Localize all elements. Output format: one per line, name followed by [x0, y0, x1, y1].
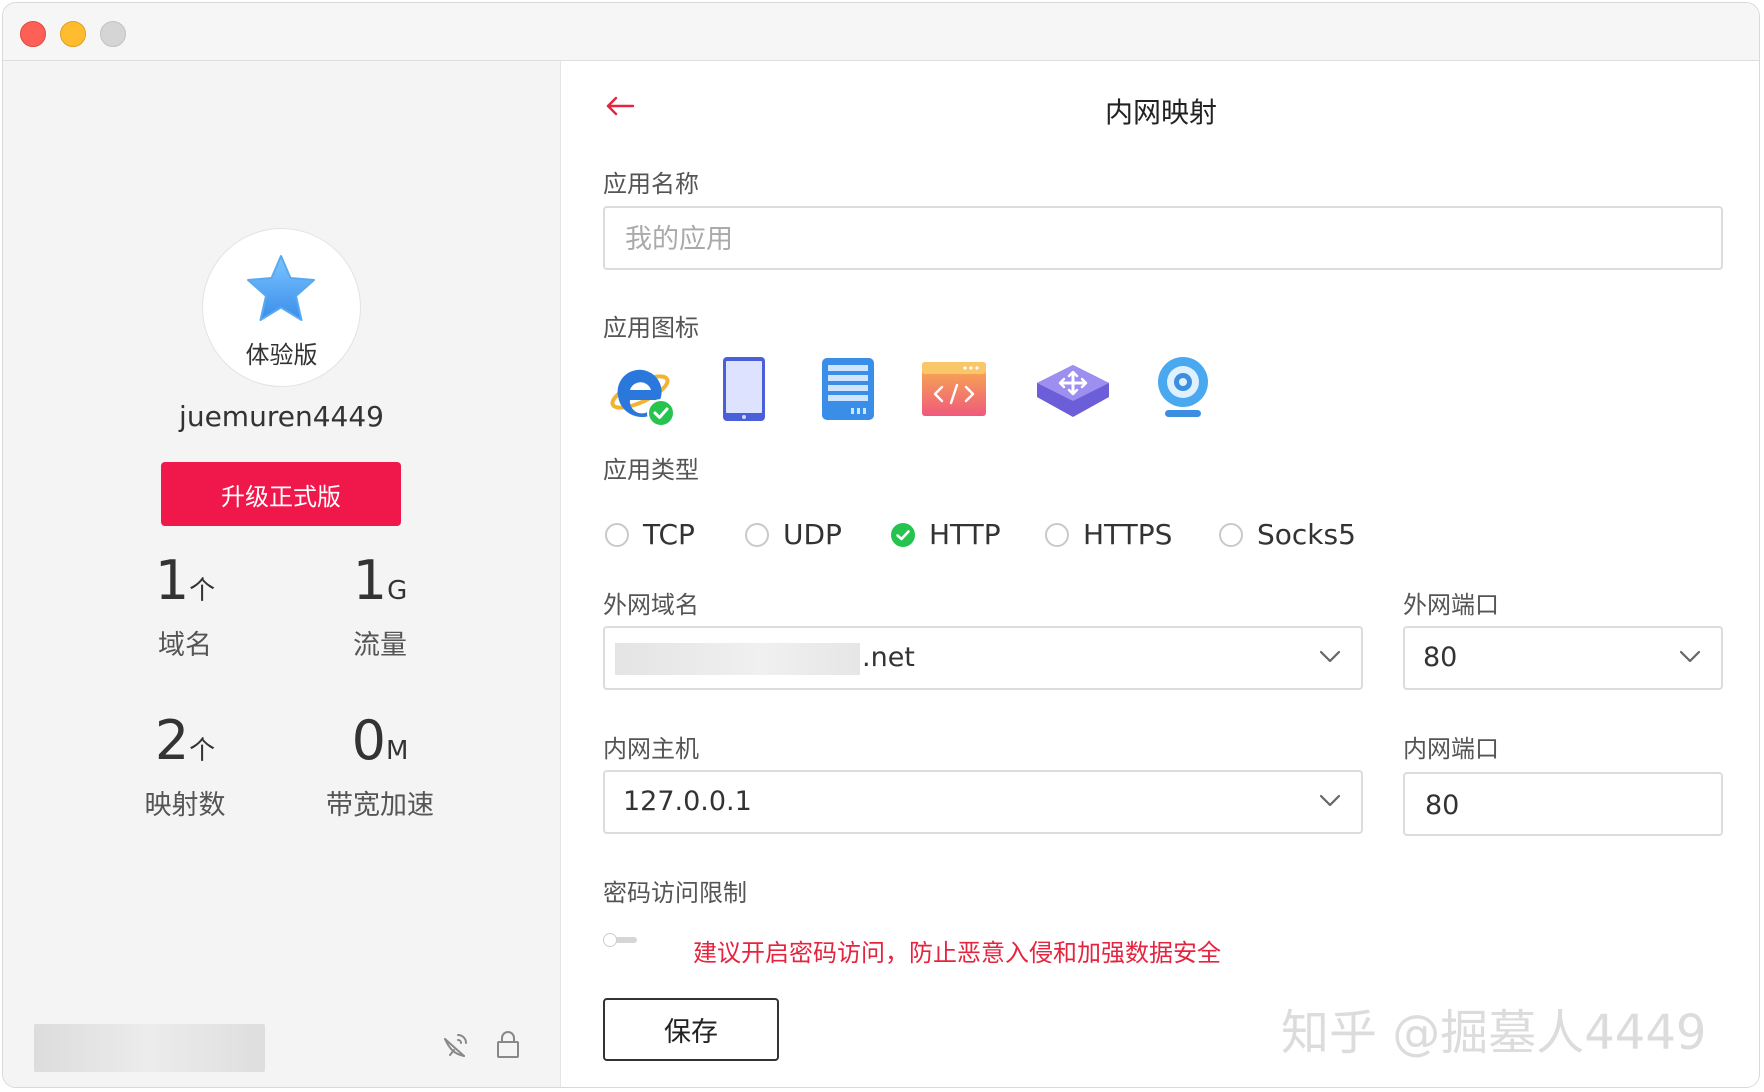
radio-circle[interactable]: [1045, 522, 1069, 547]
sidebar: 体验版 juemuren4449 升级正式版 1个 域名 1G 流量 2个 映射…: [3, 61, 561, 1087]
stat-value: 2: [154, 709, 190, 772]
account-info-blurred: [34, 1024, 265, 1072]
radio-label: TCP: [643, 518, 695, 551]
app-icon-label: 应用图标: [603, 314, 699, 342]
radio-label: HTTPS: [1083, 518, 1173, 551]
host-value: 127.0.0.1: [623, 786, 752, 817]
radio-label: HTTP: [929, 518, 1001, 551]
radio-https[interactable]: HTTPS: [1045, 518, 1172, 551]
int-port-label: 内网端口: [1403, 735, 1499, 763]
chevron-down-icon: [1319, 650, 1341, 663]
code-window-icon[interactable]: [921, 361, 987, 417]
radio-label: UDP: [783, 518, 842, 551]
radio-circle[interactable]: [605, 522, 629, 547]
radio-circle[interactable]: [745, 522, 769, 547]
close-window-button[interactable]: [20, 21, 46, 47]
stat-bandwidth: 0M 带宽加速: [280, 711, 480, 822]
tablet-icon[interactable]: [721, 355, 767, 423]
host-select[interactable]: 127.0.0.1: [603, 770, 1363, 834]
chevron-down-icon: [1679, 650, 1701, 663]
password-warning: 建议开启密码访问，防止恶意入侵和加强数据安全: [693, 939, 1221, 967]
stat-domains: 1个 域名: [85, 551, 285, 662]
app-window: 体验版 juemuren4449 升级正式版 1个 域名 1G 流量 2个 映射…: [2, 2, 1760, 1088]
ie-browser-icon[interactable]: [606, 358, 678, 430]
password-label: 密码访问限制: [603, 879, 747, 907]
router-icon[interactable]: [1035, 363, 1111, 419]
ext-port-label: 外网端口: [1403, 591, 1499, 619]
stat-label: 流量: [353, 630, 407, 661]
save-button[interactable]: 保存: [603, 998, 779, 1061]
radio-checked-icon[interactable]: [891, 522, 915, 547]
stat-unit: G: [387, 576, 408, 606]
satellite-icon[interactable]: [440, 1030, 470, 1060]
radio-label: Socks5: [1257, 518, 1356, 551]
page-title: 内网映射: [1104, 96, 1217, 129]
stat-value: 1: [154, 549, 190, 612]
ext-port-value: 80: [1423, 642, 1458, 673]
main-panel: 内网映射 应用名称 应用图标: [561, 61, 1759, 1087]
domain-select[interactable]: .net: [603, 626, 1363, 690]
avatar: 体验版: [202, 228, 361, 387]
radio-circle[interactable]: [1219, 522, 1243, 547]
stat-label: 带宽加速: [326, 790, 434, 821]
chevron-down-icon: [1319, 794, 1341, 807]
host-label: 内网主机: [603, 735, 699, 763]
server-icon[interactable]: [821, 357, 875, 421]
stat-traffic: 1G 流量: [280, 551, 480, 662]
minimize-window-button[interactable]: [60, 21, 86, 47]
edition-badge: 体验版: [245, 341, 318, 369]
domain-prefix-blurred: [615, 642, 860, 675]
stat-label: 映射数: [144, 790, 226, 821]
radio-udp[interactable]: UDP: [745, 518, 842, 551]
zoom-window-button[interactable]: [100, 21, 126, 47]
password-toggle[interactable]: [603, 933, 639, 947]
radio-socks5[interactable]: Socks5: [1219, 518, 1356, 551]
username: juemuren4449: [179, 400, 384, 433]
stat-value: 1: [352, 549, 388, 612]
stat-unit: M: [385, 736, 409, 766]
upgrade-button[interactable]: 升级正式版: [161, 462, 401, 526]
stat-unit: 个: [189, 736, 216, 766]
app-type-label: 应用类型: [603, 456, 699, 484]
title-bar: [3, 3, 1759, 61]
stat-label: 域名: [158, 630, 212, 661]
app-name-label: 应用名称: [603, 170, 699, 198]
domain-value: .net: [615, 628, 915, 688]
int-port-input[interactable]: [1423, 774, 1703, 836]
stat-value: 0: [351, 709, 386, 772]
app-name-field: [603, 206, 1723, 270]
star-icon: [247, 255, 315, 321]
app-name-input[interactable]: [623, 208, 1703, 270]
webcam-icon[interactable]: [1155, 355, 1211, 419]
stat-mappings: 2个 映射数: [85, 711, 285, 822]
domain-label: 外网域名: [603, 591, 699, 619]
int-port-field: [1403, 772, 1723, 836]
radio-tcp[interactable]: TCP: [605, 518, 695, 551]
ext-port-select[interactable]: 80: [1403, 626, 1723, 690]
stat-unit: 个: [189, 576, 216, 606]
watermark: 知乎 @掘墓人4449: [1281, 1005, 1707, 1061]
lock-icon[interactable]: [495, 1030, 521, 1060]
radio-http[interactable]: HTTP: [891, 518, 1001, 551]
